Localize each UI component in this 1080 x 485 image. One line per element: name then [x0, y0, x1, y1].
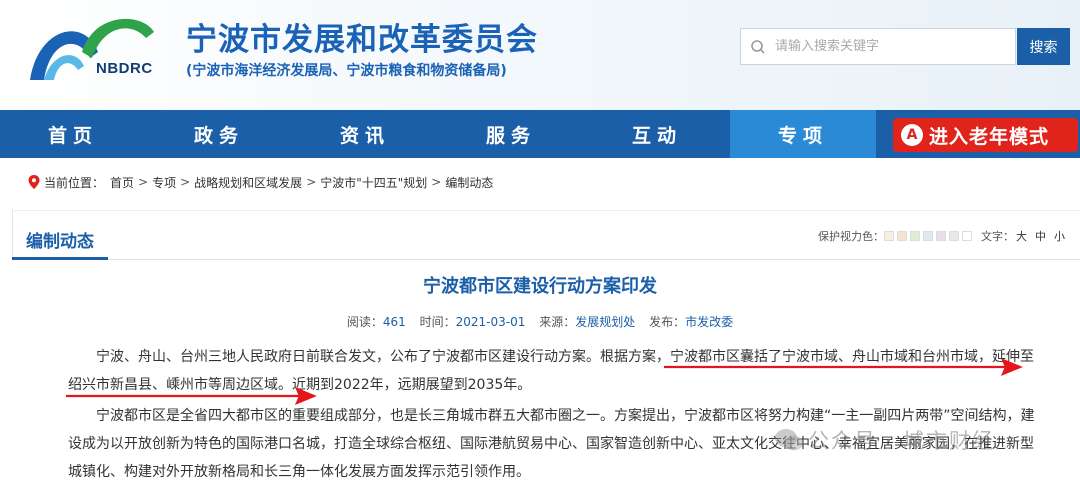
elder-mode-label: 进入老年模式: [929, 125, 1050, 148]
breadcrumb-separator: >: [306, 175, 317, 189]
breadcrumb-item-home[interactable]: 首页: [110, 174, 134, 191]
nav-item-news[interactable]: 资讯: [292, 110, 438, 158]
article-title: 宁波都市区建设行动方案印发: [423, 276, 657, 297]
site-subtitle: (宁波市海洋经济发展局、宁波市粮食和物资储备局): [186, 63, 507, 79]
font-size-medium[interactable]: 中: [1035, 228, 1046, 244]
breadcrumb-separator: >: [431, 175, 442, 189]
nav-item-home[interactable]: 首页: [0, 110, 146, 158]
nav-item-services[interactable]: 服务: [438, 110, 584, 158]
eye-color-swatch-2[interactable]: [897, 231, 907, 241]
wechat-watermark: 公众号 · 城市财经: [774, 425, 995, 455]
meta-publisher: 发布：市发改委: [649, 315, 734, 329]
breadcrumb: 当前位置： 首页 > 专项 > 战略规划和区域发展 > 宁波市"十四五"规划 >…: [28, 172, 493, 192]
eye-protection-label: 保护视力色：: [818, 230, 884, 243]
breadcrumb-separator: >: [138, 175, 149, 189]
eye-color-swatch-5[interactable]: [936, 231, 946, 241]
search-box: [740, 28, 1016, 65]
location-pin-icon: [28, 175, 40, 189]
article-meta: 阅读：461 时间：2021-03-01 来源：发展规划处 发布：市发改委: [0, 313, 1080, 330]
nav-item-government[interactable]: 政务: [146, 110, 292, 158]
reading-tools: 保护视力色： 文字： 大 中 小: [818, 228, 1065, 244]
font-size-small[interactable]: 小: [1054, 228, 1065, 244]
nav-item-special[interactable]: 专项: [730, 110, 876, 158]
article-paragraph-1: 宁波、舟山、台州三地人民政府日前联合发文，公布了宁波都市区建设行动方案。根据方案…: [68, 349, 1034, 393]
search-input[interactable]: [775, 39, 1005, 54]
site-title[interactable]: 宁波市发展和改革委员会: [186, 14, 538, 59]
panel-divider: [12, 259, 1080, 260]
elder-mode-icon: A: [901, 124, 923, 146]
eye-color-swatch-6[interactable]: [949, 231, 959, 241]
breadcrumb-item-special[interactable]: 专项: [152, 174, 176, 191]
breadcrumb-prefix: 当前位置：: [44, 175, 105, 190]
font-size-large[interactable]: 大: [1016, 228, 1027, 244]
breadcrumb-item-current[interactable]: 编制动态: [445, 174, 493, 191]
eye-color-swatch-1[interactable]: [884, 231, 894, 241]
logo-text: NBDRC: [96, 60, 153, 77]
eye-color-swatch-3[interactable]: [910, 231, 920, 241]
watermark-text: 公众号 · 城市财经: [808, 429, 996, 453]
breadcrumb-item-strategy[interactable]: 战略规划和区域发展: [194, 174, 302, 191]
eye-color-swatch-4[interactable]: [923, 231, 933, 241]
panel-top-border: [12, 210, 1080, 211]
search-button[interactable]: 搜索: [1017, 28, 1070, 65]
meta-reads: 阅读：461: [346, 315, 406, 329]
meta-source: 来源：发展规划处: [539, 315, 636, 329]
wechat-icon: [775, 429, 803, 451]
breadcrumb-item-plan[interactable]: 宁波市"十四五"规划: [320, 174, 427, 191]
section-tab-drafting-news[interactable]: 编制动态: [12, 222, 108, 260]
search-icon: [741, 29, 775, 64]
elder-mode-button[interactable]: A 进入老年模式: [893, 118, 1078, 152]
nav-item-interaction[interactable]: 互动: [584, 110, 730, 158]
site-header: NBDRC 宁波市发展和改革委员会 (宁波市海洋经济发展局、宁波市粮食和物资储备…: [0, 0, 1080, 110]
breadcrumb-separator: >: [180, 175, 191, 189]
eye-color-swatch-7[interactable]: [962, 231, 972, 241]
font-size-label: 文字：: [981, 230, 1014, 243]
meta-time: 时间：2021-03-01: [419, 315, 526, 329]
